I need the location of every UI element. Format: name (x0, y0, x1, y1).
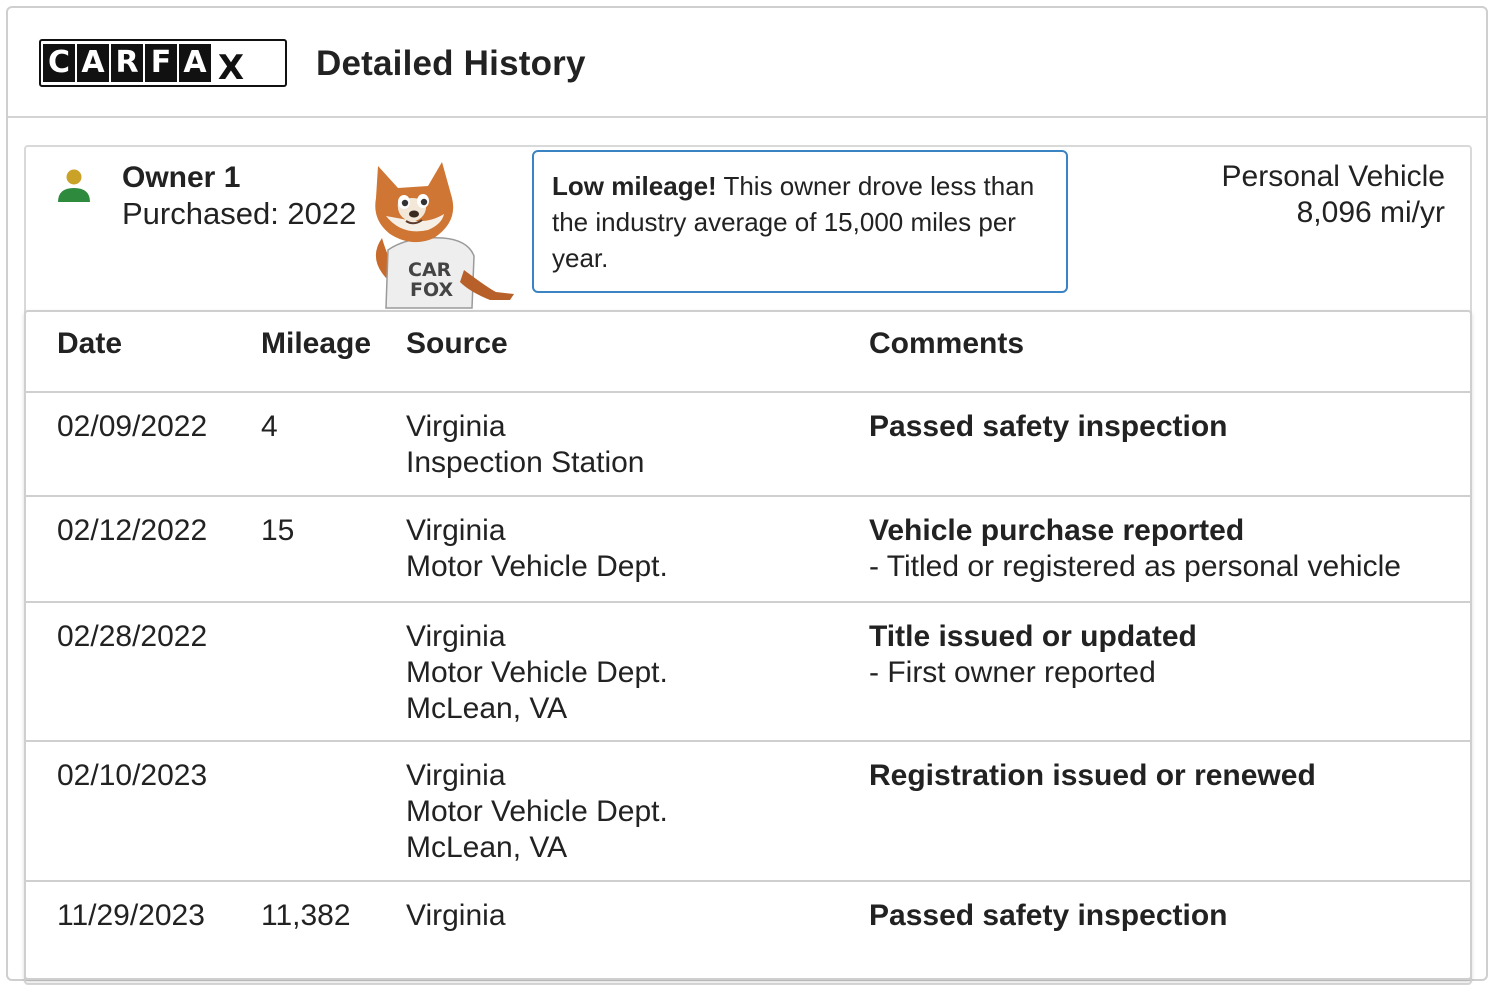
logo-letter: X (217, 48, 245, 88)
comment-title: Vehicle purchase reported (869, 514, 1245, 547)
report-header: C A R F A X Detailed History (8, 8, 1486, 118)
row-comment: Vehicle purchase reported - Titled or re… (869, 513, 1401, 585)
row-comment: Registration issued or renewed (869, 758, 1316, 794)
row-date: 02/10/2023 (57, 759, 208, 792)
logo-letter: A (179, 44, 211, 82)
row-mileage: 11,382 (261, 899, 351, 932)
row-date: 11/29/2023 (57, 899, 205, 932)
row-divider (24, 495, 1472, 497)
source-line: Virginia (406, 899, 506, 932)
comment-detail: - First owner reported (869, 656, 1156, 689)
row-mileage: 4 (261, 410, 278, 443)
column-header-source: Source (406, 327, 508, 360)
column-header-comments: Comments (869, 327, 1025, 360)
low-mileage-callout: Low mileage! This owner drove less than … (532, 150, 1068, 293)
source-line: McLean, VA (406, 692, 568, 725)
row-divider (24, 740, 1472, 742)
comment-title: Passed safety inspection (869, 410, 1228, 443)
row-source: Virginia Motor Vehicle Dept. (406, 513, 668, 585)
vehicle-type: Personal Vehicle (1221, 160, 1445, 193)
row-divider (24, 601, 1472, 603)
source-line: Virginia (406, 410, 506, 443)
source-line: Virginia (406, 620, 506, 653)
logo-letter: F (145, 44, 177, 82)
row-divider (24, 391, 1472, 393)
source-line: Motor Vehicle Dept. (406, 656, 668, 689)
owner-name: Owner 1 (122, 161, 241, 194)
logo-letter: A (77, 44, 109, 82)
row-date: 02/09/2022 (57, 410, 208, 443)
comment-title: Registration issued or renewed (869, 759, 1316, 792)
row-comment: Title issued or updated - First owner re… (869, 619, 1197, 691)
source-line: McLean, VA (406, 831, 568, 864)
column-header-mileage: Mileage (261, 327, 372, 360)
source-line: Motor Vehicle Dept. (406, 550, 668, 583)
row-source: Virginia Inspection Station (406, 409, 645, 481)
carfax-logo: C A R F A X (39, 39, 287, 88)
page-title: Detailed History (316, 44, 586, 83)
vehicle-miles-per-year: 8,096 mi/yr (1296, 196, 1445, 229)
row-divider (24, 880, 1472, 882)
comment-title: Title issued or updated (869, 620, 1197, 653)
svg-text:FOX: FOX (410, 279, 453, 301)
column-header-date: Date (57, 327, 123, 360)
row-mileage: 15 (261, 514, 295, 547)
row-source: Virginia Motor Vehicle Dept. McLean, VA (406, 758, 668, 866)
row-date: 02/28/2022 (57, 620, 208, 653)
source-line: Virginia (406, 514, 506, 547)
person-icon (58, 169, 90, 202)
callout-headline: Low mileage! (552, 171, 717, 201)
comment-detail: - Titled or registered as personal vehic… (869, 550, 1401, 583)
carfox-mascot: CAR FOX (375, 162, 514, 309)
row-comment: Passed safety inspection (869, 409, 1227, 445)
row-comment: Passed safety inspection (869, 898, 1227, 934)
source-line: Inspection Station (406, 446, 645, 479)
owner-purchased-year: Purchased: 2022 (122, 196, 357, 231)
source-line: Motor Vehicle Dept. (406, 795, 668, 828)
row-source: Virginia (406, 898, 506, 934)
logo-letter: C (43, 44, 75, 82)
comment-title: Passed safety inspection (869, 899, 1228, 932)
svg-text:CAR: CAR (408, 259, 452, 281)
row-source: Virginia Motor Vehicle Dept. McLean, VA (406, 619, 668, 727)
source-line: Virginia (406, 759, 506, 792)
logo-letter: R (111, 44, 143, 82)
row-date: 02/12/2022 (57, 514, 208, 547)
